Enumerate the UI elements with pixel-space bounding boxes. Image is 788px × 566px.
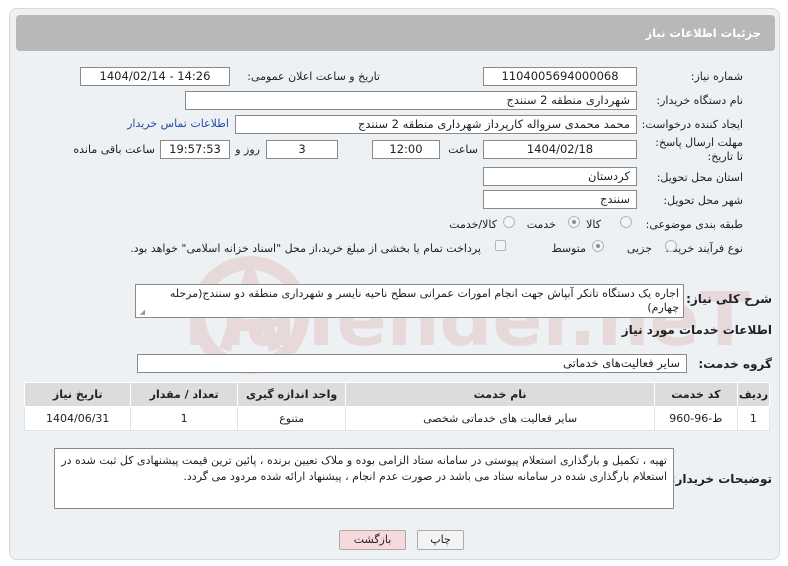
process-option-medium: متوسط	[551, 242, 586, 255]
announce-label: تاریخ و ساعت اعلان عمومی:	[247, 70, 380, 83]
process-radio-minor[interactable]	[665, 240, 677, 252]
city-label: شهر محل تحویل:	[663, 194, 743, 207]
province-label: استان محل تحویل:	[656, 171, 743, 184]
province-field: کردستان	[483, 167, 637, 186]
panel-title: جزئیات اطلاعات نیاز	[645, 26, 761, 40]
payment-note: پرداخت تمام یا بخشی از مبلغ خرید،از محل …	[130, 242, 481, 255]
days-label: روز و	[235, 143, 260, 156]
services-section-title: اطلاعات خدمات مورد نیاز	[621, 323, 772, 337]
buyer-org-field: شهرداری منطقه 2 سنندج	[185, 91, 637, 110]
cell-unit: متنوع	[236, 406, 347, 431]
category-radio-goods-service[interactable]	[503, 216, 515, 228]
deadline-label: مهلت ارسال پاسخ: تا تاریخ:	[655, 136, 743, 163]
category-option-goods-service: کالا/خدمت	[449, 218, 497, 231]
announce-field: 1404/02/14 - 14:26	[80, 67, 230, 86]
description-label: شرح کلی نیاز:	[686, 292, 772, 306]
table-row: 1 ط-96-960 سایر فعالیت های خدماتی شخصی م…	[23, 406, 771, 431]
panel-header: جزئیات اطلاعات نیاز	[16, 15, 775, 51]
process-label: نوع فرآیند خرید :	[665, 242, 743, 255]
need-number-field: 1104005694000068	[483, 67, 637, 86]
category-radio-goods[interactable]	[620, 216, 632, 228]
days-field: 3	[266, 140, 338, 159]
deadline-date-field: 1404/02/18	[483, 140, 637, 159]
category-option-service: خدمت	[526, 218, 556, 231]
cell-date: 1404/06/31	[23, 406, 132, 431]
creator-label: ایجاد کننده درخواست:	[641, 118, 743, 131]
services-table: ردیف کد خدمت نام خدمت واحد اندازه گیری ت…	[23, 382, 771, 431]
col-date-header: تاریخ نیاز	[23, 382, 132, 407]
payment-checkbox[interactable]	[495, 240, 506, 251]
remaining-label: ساعت باقی مانده	[73, 143, 155, 156]
buyer-notes-label: توضیحات خریدار:	[670, 472, 772, 486]
col-unit-header: واحد اندازه گیری	[236, 382, 347, 407]
description-textarea[interactable]: اجاره یک دستگاه تانکر آبپاش جهت انجام ام…	[135, 284, 684, 318]
col-name-header: نام خدمت	[345, 382, 655, 407]
cell-row: 1	[736, 406, 771, 431]
services-table-header: ردیف کد خدمت نام خدمت واحد اندازه گیری ت…	[23, 382, 771, 407]
back-button[interactable]: بازگشت	[339, 530, 406, 550]
remaining-time-field: 19:57:53	[160, 140, 230, 159]
description-text: اجاره یک دستگاه تانکر آبپاش جهت انجام ام…	[169, 287, 679, 314]
buyer-notes-text: تهیه ، تکمیل و بارگذاری استعلام پیوستی د…	[61, 454, 667, 483]
process-radio-medium[interactable]	[592, 240, 604, 252]
category-radio-service[interactable]	[568, 216, 580, 228]
need-number-label: شماره نیاز:	[690, 70, 743, 83]
cell-name: سایر فعالیت های خدماتی شخصی	[345, 406, 655, 431]
col-row-header: ردیف	[736, 382, 771, 407]
category-label: طبقه بندی موضوعی:	[645, 218, 743, 231]
service-group-label: گروه خدمت:	[698, 357, 772, 371]
service-group-field: سایر فعالیت‌های خدماتی	[137, 354, 687, 373]
print-button[interactable]: چاپ	[417, 530, 464, 550]
time-label: ساعت	[448, 143, 478, 156]
cell-code: ط-96-960	[653, 406, 738, 431]
col-qty-header: تعداد / مقدار	[130, 382, 238, 407]
buyer-notes-textarea[interactable]: تهیه ، تکمیل و بارگذاری استعلام پیوستی د…	[54, 448, 674, 509]
category-option-goods: کالا	[586, 218, 601, 231]
buyer-contact-link[interactable]: اطلاعات تماس خریدار	[127, 117, 229, 130]
resize-handle-icon[interactable]: ◢	[138, 309, 145, 316]
col-code-header: کد خدمت	[653, 382, 738, 407]
deadline-time-field: 12:00	[372, 140, 440, 159]
cell-qty: 1	[130, 406, 238, 431]
buyer-org-label: نام دستگاه خریدار:	[656, 94, 743, 107]
process-option-minor: جزیی	[626, 242, 652, 255]
creator-field: محمد محمدی سرواله کارپرداز شهرداری منطقه…	[235, 115, 637, 134]
city-field: سنندج	[483, 190, 637, 209]
